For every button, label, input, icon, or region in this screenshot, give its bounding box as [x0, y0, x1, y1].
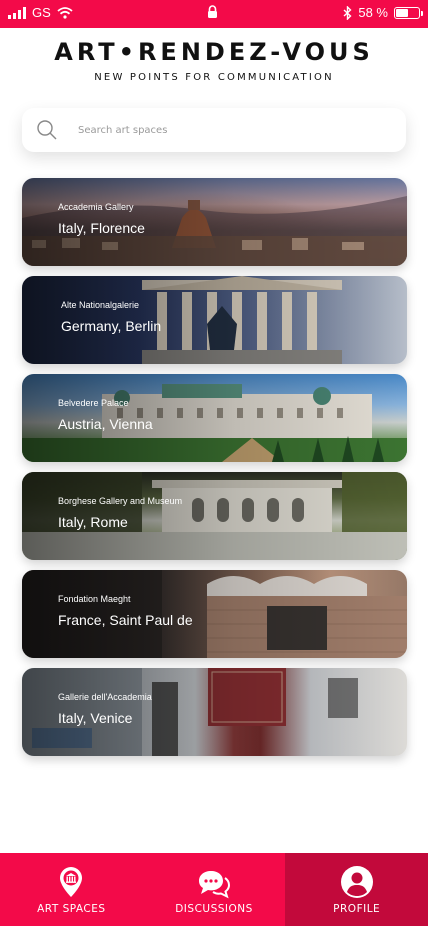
status-bar: GS 58 % [0, 0, 428, 28]
bluetooth-icon [343, 5, 352, 20]
art-space-card-berlin[interactable]: Alte Nationalgalerie Germany, Berlin [22, 276, 407, 364]
art-space-card-saint-paul[interactable]: Fondation Maeght France, Saint Paul de [22, 570, 407, 658]
gallery-name: Borghese Gallery and Museum [58, 496, 183, 506]
gallery-name: Alte Nationalgalerie [61, 300, 140, 310]
status-left: GS [8, 5, 73, 20]
nav-discussions[interactable]: DISCUSSIONS [143, 853, 286, 926]
nav-label: PROFILE [333, 903, 381, 915]
chat-bubbles-icon [199, 871, 231, 899]
battery-icon [394, 6, 423, 19]
gallery-pin-icon [60, 867, 83, 897]
gallery-location: Italy, Venice [58, 710, 133, 726]
art-space-card-venice[interactable]: Gallerie dell'Accademia Italy, Venice [22, 668, 407, 756]
gallery-name: Accademia Gallery [58, 202, 134, 212]
art-space-card-vienna[interactable]: Belvedere Palace Austria, Vienna [22, 374, 407, 462]
battery-percent: 58 % [358, 5, 388, 20]
lock-icon [207, 5, 218, 22]
gallery-location: Austria, Vienna [58, 416, 153, 432]
gallery-name: Fondation Maeght [58, 594, 131, 604]
app-subtitle: NEW POINTS FOR COMMUNICATION [94, 72, 334, 83]
search-input[interactable] [76, 123, 370, 137]
carrier-label: GS [32, 5, 51, 20]
search-icon [37, 120, 57, 140]
gallery-name: Gallerie dell'Accademia [58, 692, 152, 702]
nav-art-spaces[interactable]: ART SPACES [0, 853, 143, 926]
gallery-name: Belvedere Palace [58, 398, 129, 408]
nav-profile[interactable]: PROFILE [285, 853, 428, 926]
nav-label: ART SPACES [37, 903, 106, 915]
bottom-nav: ART SPACES DISCUSSIONS PROFILE [0, 853, 428, 926]
user-avatar-icon [340, 866, 373, 898]
gallery-location: Italy, Florence [58, 220, 145, 236]
art-space-card-florence[interactable]: Accademia Gallery Italy, Florence [22, 178, 407, 266]
search-bar[interactable] [22, 108, 406, 152]
app-title: ART•RENDEZ-VOUS [54, 38, 374, 66]
nav-label: DISCUSSIONS [175, 903, 253, 915]
signal-icon [8, 6, 26, 19]
wifi-icon [57, 6, 73, 19]
gallery-location: France, Saint Paul de [58, 612, 193, 628]
art-space-card-rome[interactable]: Borghese Gallery and Museum Italy, Rome [22, 472, 407, 560]
gallery-location: Italy, Rome [58, 514, 128, 530]
art-spaces-list: Accademia Gallery Italy, Florence Alte N… [22, 178, 407, 766]
gallery-location: Germany, Berlin [61, 318, 162, 334]
status-right: 58 % [343, 5, 423, 20]
